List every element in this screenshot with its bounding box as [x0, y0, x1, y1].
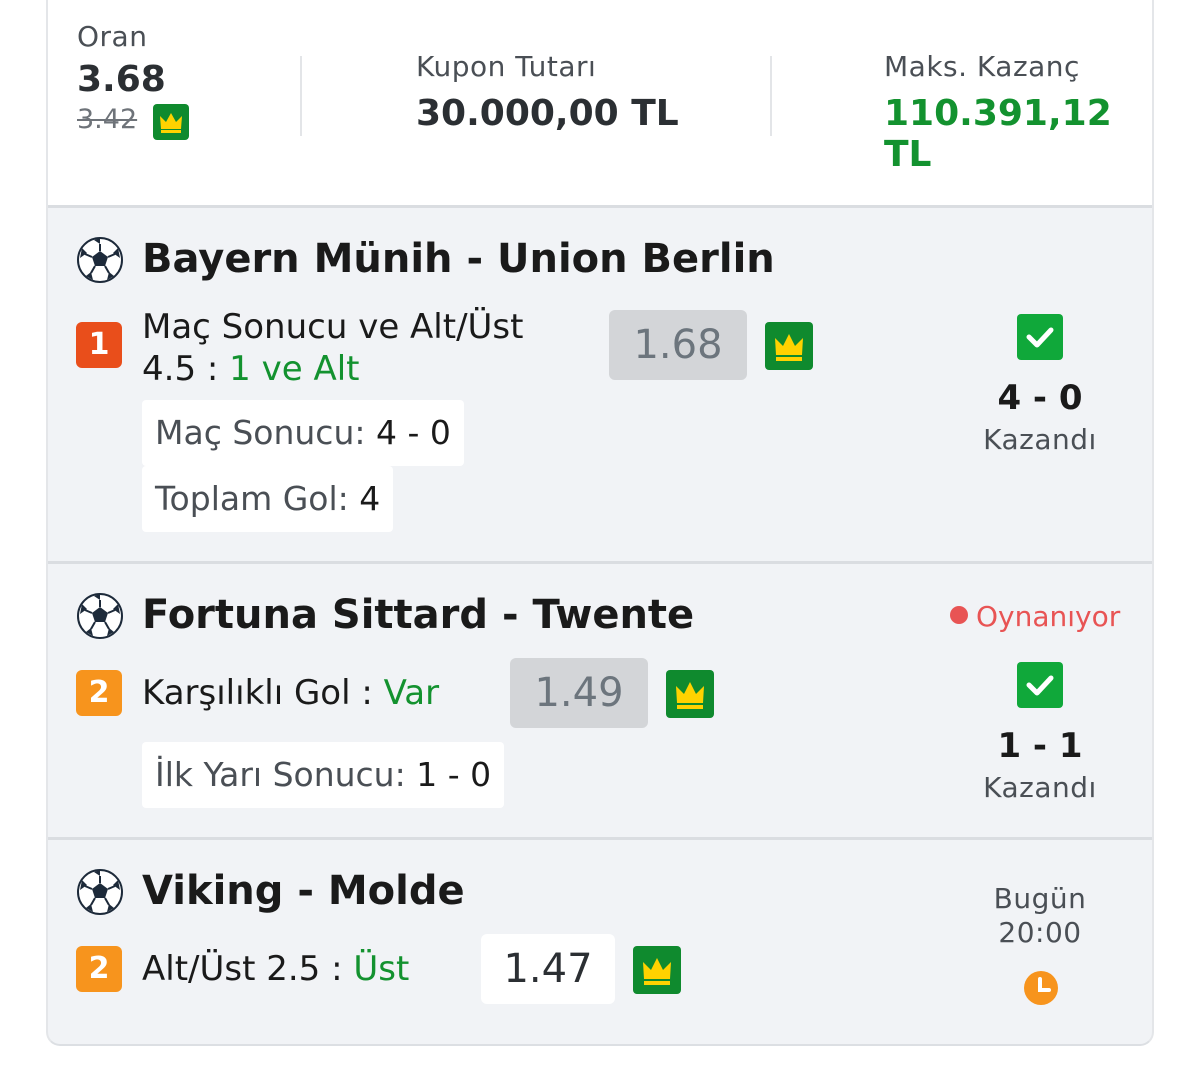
football-icon: [77, 869, 123, 915]
clock-icon: [1024, 971, 1058, 1005]
detail-chip: İlk Yarı Sonucu: 1 - 0: [142, 742, 505, 808]
selection-number-badge: 2: [76, 670, 122, 716]
market-name: Alt/Üst 2.5 : Üst: [142, 949, 410, 989]
result-status: Kazandı: [983, 423, 1097, 456]
selection-number-badge: 1: [76, 322, 122, 368]
summary-divider: [770, 56, 772, 136]
crown-icon: [765, 322, 813, 370]
odds-value: 3.68: [77, 59, 166, 100]
summary-divider: [300, 56, 302, 136]
odds-block: Oran 3.68 3.42: [77, 20, 189, 142]
max-win-value: 110.391,12 TL: [884, 93, 1112, 175]
max-win-label: Maks. Kazanç: [884, 50, 1080, 83]
coupon-summary: Oran 3.68 3.42 Kupon Tutarı 30.000,00 TL…: [48, 0, 1152, 208]
odd-value[interactable]: 1.49: [510, 658, 648, 728]
detail-chip: Maç Sonucu: 4 - 0: [142, 400, 464, 466]
pick-value: Üst: [353, 949, 410, 989]
selection-number-badge: 2: [76, 946, 122, 992]
market-name: Maç Sonucu ve Alt/Üst 4.5 : 1 ve Alt: [142, 307, 524, 389]
football-icon: [77, 237, 123, 283]
match-time: 20:00: [998, 916, 1082, 949]
match-title: Fortuna Sittard - Twente: [142, 592, 695, 638]
old-odds-value: 3.42: [77, 104, 138, 135]
odd-value[interactable]: 1.68: [609, 310, 747, 380]
odds-label: Oran: [77, 20, 148, 53]
match-score: 1 - 1: [997, 726, 1083, 766]
amount-value: 30.000,00 TL: [416, 93, 679, 134]
check-icon: [1017, 314, 1063, 360]
coupon-card: Oran 3.68 3.42 Kupon Tutarı 30.000,00 TL…: [46, 0, 1154, 1046]
match-title: Viking - Molde: [142, 868, 465, 914]
live-dot-icon: [950, 606, 968, 624]
detail-chip: Toplam Gol: 4: [142, 466, 394, 532]
amount-block: Kupon Tutarı 30.000,00 TL: [416, 50, 679, 134]
match-score: 4 - 0: [997, 378, 1083, 418]
match-row[interactable]: Bayern Münih - Union Berlin 1 Maç Sonucu…: [48, 208, 1152, 564]
crown-icon: [633, 946, 681, 994]
crown-icon: [666, 670, 714, 718]
live-indicator: Oynanıyor: [950, 600, 1120, 633]
pick-value: 1 ve Alt: [229, 349, 360, 389]
market-name: Karşılıklı Gol : Var: [142, 673, 440, 713]
match-title: Bayern Münih - Union Berlin: [142, 236, 775, 282]
odd-value[interactable]: 1.47: [481, 934, 615, 1004]
football-icon: [77, 593, 123, 639]
match-row[interactable]: Fortuna Sittard - Twente Oynanıyor 2 Kar…: [48, 564, 1152, 840]
amount-label: Kupon Tutarı: [416, 50, 597, 83]
crown-icon: [153, 104, 189, 140]
match-row[interactable]: Viking - Molde 2 Alt/Üst 2.5 : Üst 1.47 …: [48, 840, 1152, 1044]
match-day: Bugün: [993, 882, 1087, 915]
check-icon: [1017, 662, 1063, 708]
pick-value: Var: [383, 673, 440, 713]
result-status: Kazandı: [983, 771, 1097, 804]
max-win-block: Maks. Kazanç 110.391,12 TL: [884, 50, 1152, 175]
